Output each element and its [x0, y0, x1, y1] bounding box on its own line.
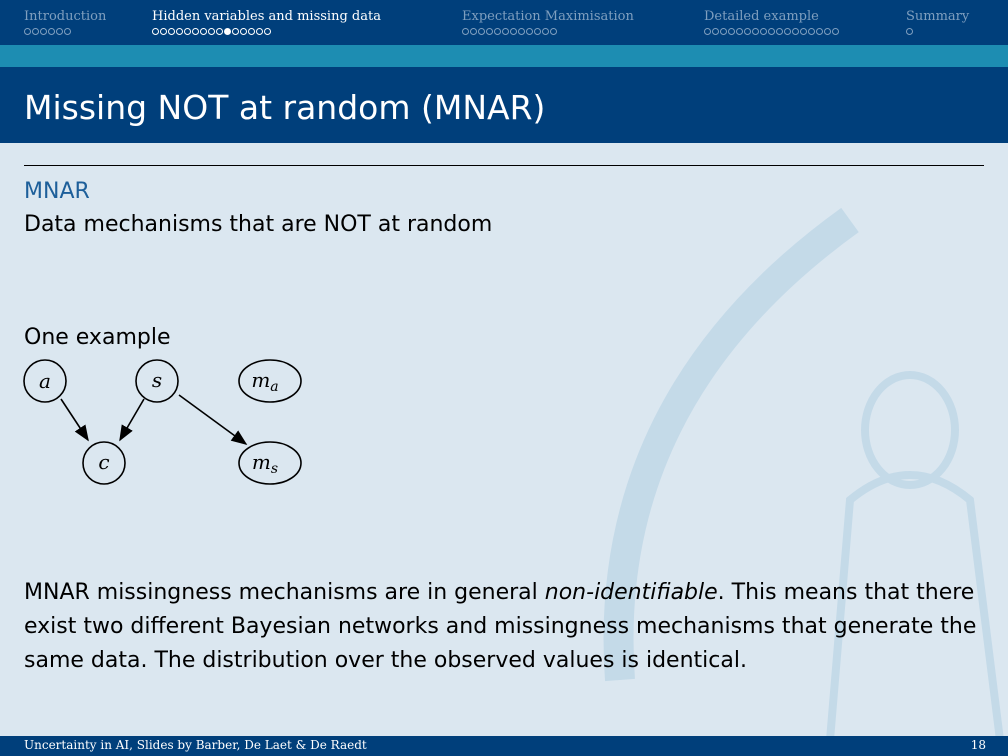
nav-section-2[interactable]: Expectation Maximisation	[462, 9, 634, 35]
frame-dot[interactable]	[248, 28, 255, 35]
nav-section-label[interactable]: Expectation Maximisation	[462, 9, 634, 24]
edge-s-ms	[178, 394, 248, 445]
frame-dot[interactable]	[816, 28, 823, 35]
frame-dot[interactable]	[720, 28, 727, 35]
frame-dot[interactable]	[48, 28, 55, 35]
frame-dot[interactable]	[208, 28, 215, 35]
frame-dot[interactable]	[256, 28, 263, 35]
nav-frame-dots	[462, 28, 634, 35]
frame-dot[interactable]	[526, 28, 533, 35]
nav-section-0[interactable]: Introduction	[24, 9, 106, 35]
frame-dot[interactable]	[192, 28, 199, 35]
frame-dot[interactable]	[728, 28, 735, 35]
frame-dot[interactable]	[760, 28, 767, 35]
edge-s-c	[119, 398, 145, 442]
frame-dot[interactable]	[24, 28, 31, 35]
nav-section-1[interactable]: Hidden variables and missing data	[152, 9, 381, 35]
frame-dot[interactable]	[240, 28, 247, 35]
frame-dot[interactable]	[768, 28, 775, 35]
nav-section-label[interactable]: Hidden variables and missing data	[152, 9, 381, 24]
nav-section-4[interactable]: Summary	[906, 9, 969, 35]
frame-dot[interactable]	[462, 28, 469, 35]
frame-dot[interactable]	[486, 28, 493, 35]
nav-frame-dots	[704, 28, 839, 35]
nav-frame-dots	[906, 28, 969, 35]
frame-dot[interactable]	[776, 28, 783, 35]
frame-dot[interactable]	[40, 28, 47, 35]
frame-dot[interactable]	[752, 28, 759, 35]
frame-dot[interactable]	[832, 28, 839, 35]
page-number: 18	[970, 738, 986, 752]
frame-dot[interactable]	[216, 28, 223, 35]
frame-dot[interactable]	[712, 28, 719, 35]
frame-dot[interactable]	[56, 28, 63, 35]
nav-frame-dots	[152, 28, 381, 35]
frame-dot[interactable]	[784, 28, 791, 35]
footer: Uncertainty in AI, Slides by Barber, De …	[0, 736, 1008, 756]
label-s: s	[152, 368, 162, 392]
frame-dot[interactable]	[470, 28, 477, 35]
label-ms: ms	[252, 450, 278, 477]
frame-dot[interactable]	[502, 28, 509, 35]
frame-dot[interactable]	[64, 28, 71, 35]
nav-section-label[interactable]: Introduction	[24, 9, 106, 24]
frame-dot[interactable]	[184, 28, 191, 35]
frame-dot[interactable]	[736, 28, 743, 35]
footer-credits: Uncertainty in AI, Slides by Barber, De …	[24, 738, 367, 752]
frame-dot[interactable]	[200, 28, 207, 35]
label-c: c	[98, 450, 109, 474]
frame-dot[interactable]	[168, 28, 175, 35]
frame-dot[interactable]	[542, 28, 549, 35]
frame-dot[interactable]	[152, 28, 159, 35]
frame-dot[interactable]	[224, 28, 231, 35]
frame-dot[interactable]	[534, 28, 541, 35]
frame-dot[interactable]	[478, 28, 485, 35]
bayesian-network-diagram: a s ma c ms	[23, 359, 302, 485]
frame-dot[interactable]	[176, 28, 183, 35]
frame-dot[interactable]	[744, 28, 751, 35]
frame-dot[interactable]	[792, 28, 799, 35]
nav-section-label[interactable]: Detailed example	[704, 9, 839, 24]
frame-dot[interactable]	[232, 28, 239, 35]
frame-dot[interactable]	[264, 28, 271, 35]
nav-frame-dots	[24, 28, 106, 35]
frame-dot[interactable]	[32, 28, 39, 35]
frame-dot[interactable]	[510, 28, 517, 35]
nav-section-3[interactable]: Detailed example	[704, 9, 839, 35]
frame-dot[interactable]	[494, 28, 501, 35]
frame-dot[interactable]	[808, 28, 815, 35]
label-a: a	[39, 369, 51, 393]
frame-dot[interactable]	[160, 28, 167, 35]
frame-dot[interactable]	[550, 28, 557, 35]
edge-a-c	[60, 398, 89, 442]
label-ma: ma	[251, 368, 278, 395]
frame-dot[interactable]	[518, 28, 525, 35]
nav-section-label[interactable]: Summary	[906, 9, 969, 24]
frame-dot[interactable]	[906, 28, 913, 35]
frame-dot[interactable]	[800, 28, 807, 35]
explanation-paragraph: MNAR missingness mechanisms are in gener…	[24, 580, 977, 673]
frame-dot[interactable]	[824, 28, 831, 35]
frame-dot[interactable]	[704, 28, 711, 35]
